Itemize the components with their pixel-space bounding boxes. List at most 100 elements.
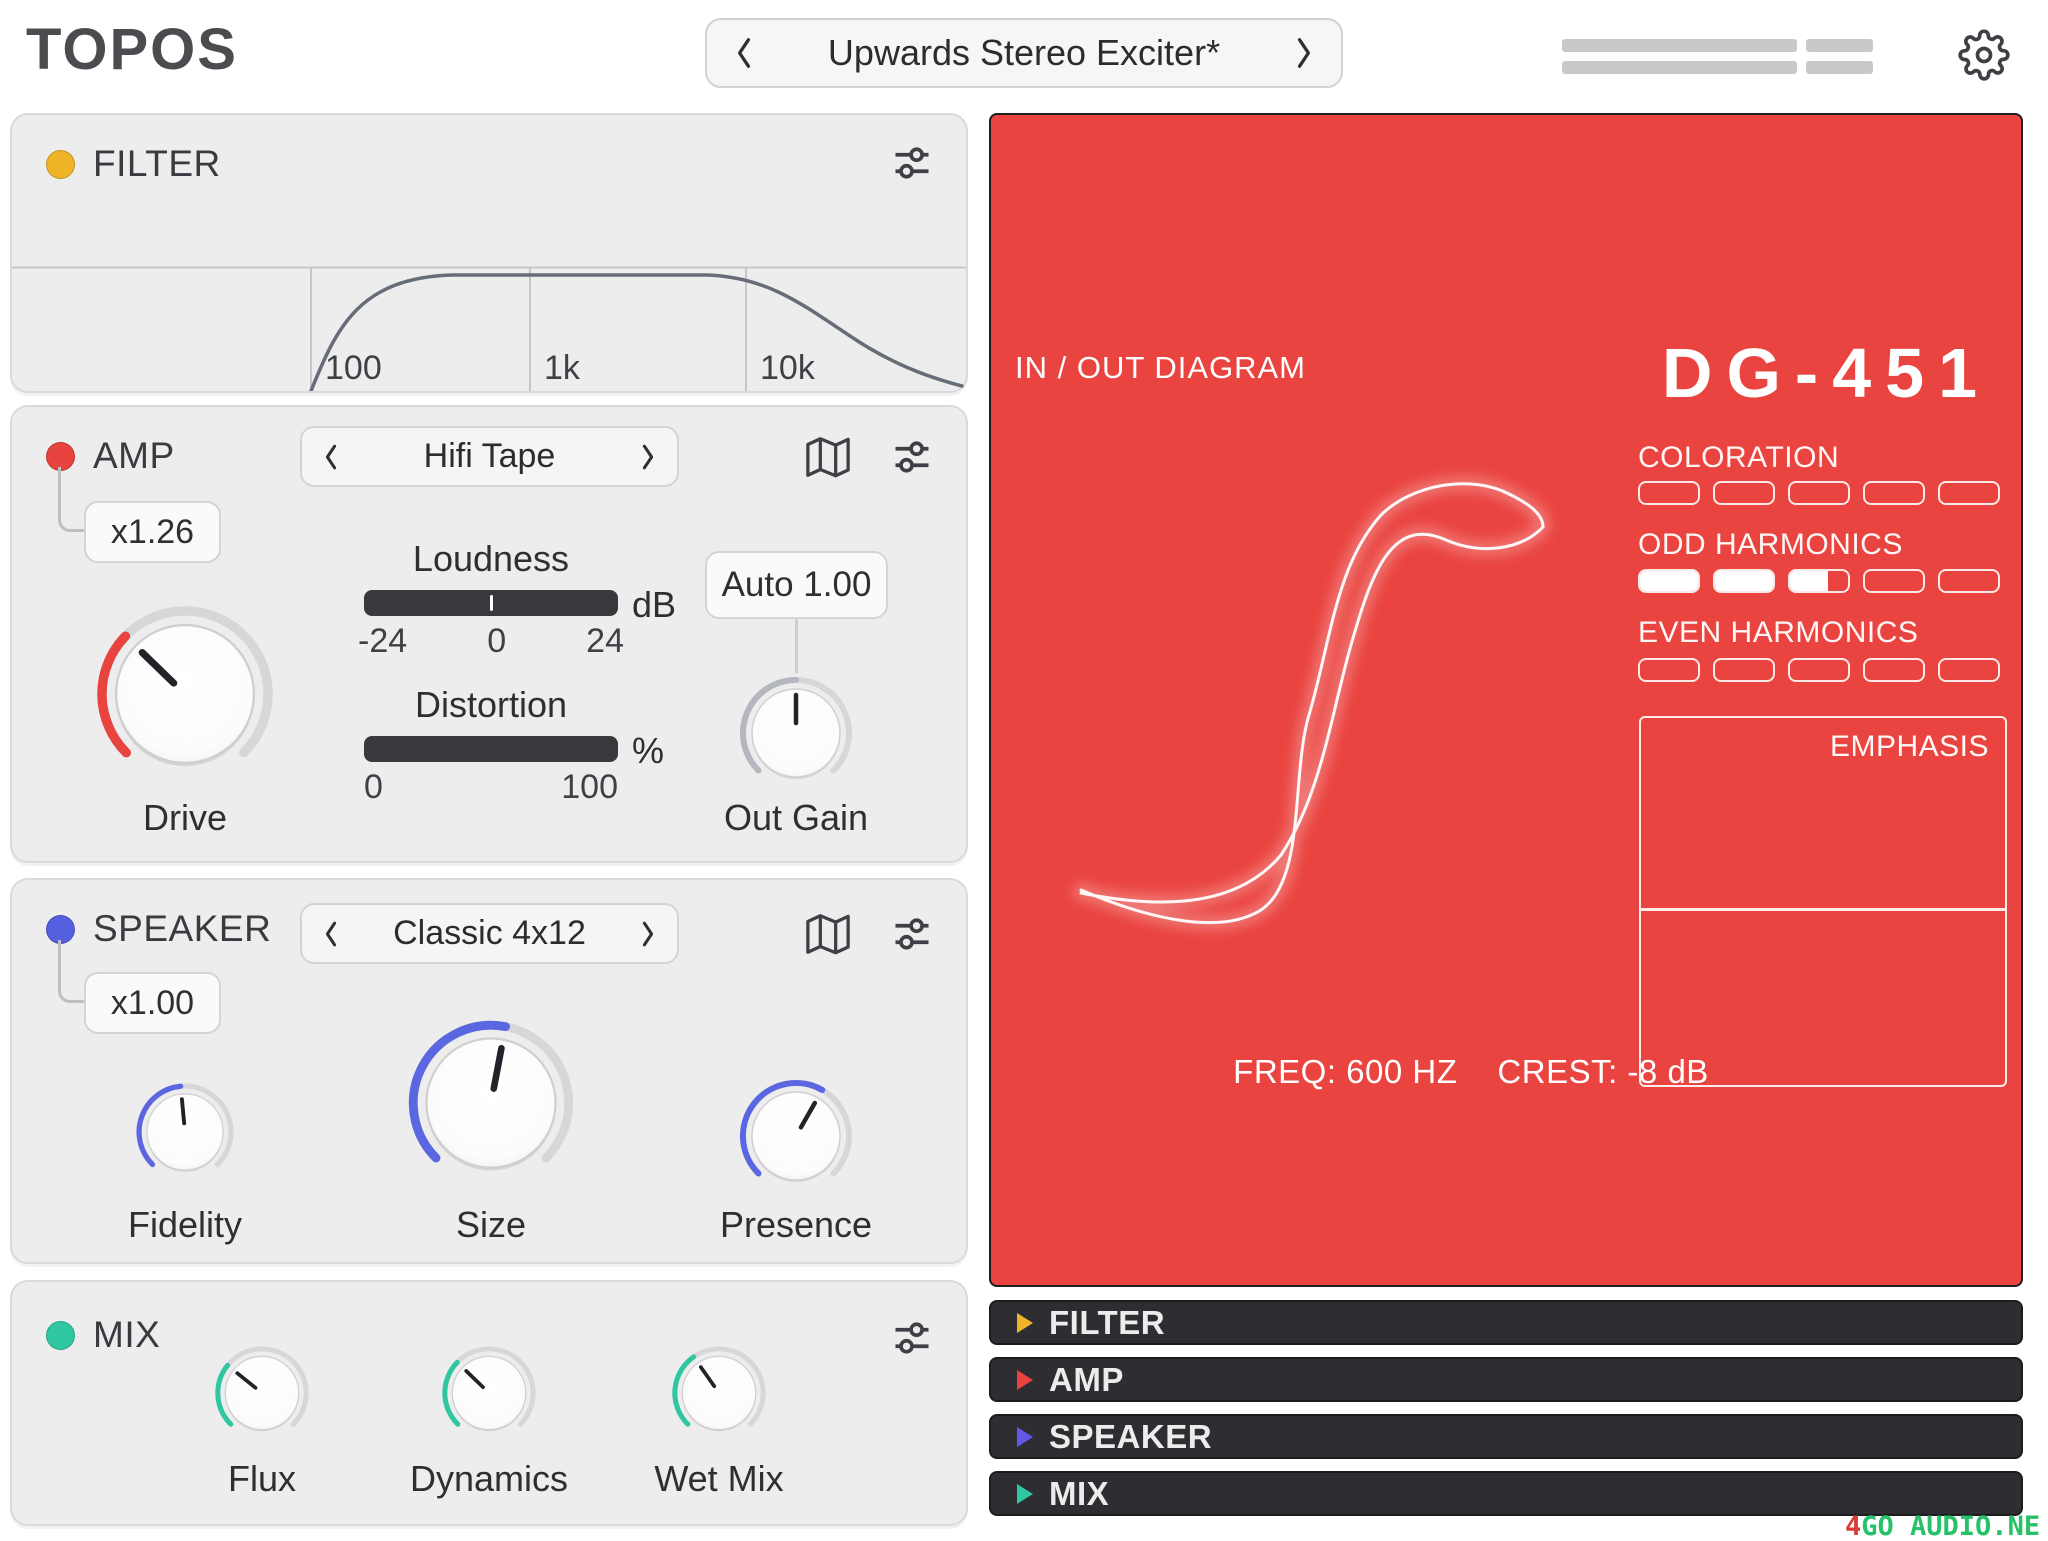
distortion-slider[interactable] xyxy=(364,736,618,762)
chevron-left-icon xyxy=(325,444,337,469)
display-readout: FREQ: 600 HZ CREST: -8 dB xyxy=(1191,1053,1751,1091)
speaker-led-connector xyxy=(58,940,85,1003)
expand-triangle-icon xyxy=(1017,1483,1033,1504)
mix-settings-button[interactable] xyxy=(890,1316,934,1365)
speaker-browse-button[interactable] xyxy=(805,911,851,962)
settings-button[interactable] xyxy=(1958,29,2010,86)
mix-led[interactable] xyxy=(46,1320,75,1350)
filter-led[interactable] xyxy=(46,149,75,179)
chevron-right-icon xyxy=(642,921,654,946)
amp-model-prev-button[interactable] xyxy=(322,442,340,472)
meter-segment xyxy=(1938,658,2000,682)
chevron-right-icon xyxy=(642,444,654,469)
speaker-model-selector[interactable]: Classic 4x12 xyxy=(300,903,679,964)
expand-triangle-icon xyxy=(1017,1312,1033,1333)
distortion-unit: % xyxy=(632,730,665,771)
loudness-unit: dB xyxy=(632,584,677,625)
preset-selector[interactable]: Upwards Stereo Exciter* xyxy=(705,18,1343,88)
speaker-panel: SPEAKER Classic 4x12 x1.00 Fidelity Size… xyxy=(10,878,968,1264)
amp-panel: AMP Hifi Tape x1.26 Drive Loudness dB -2… xyxy=(10,405,968,863)
loudness-slider[interactable] xyxy=(364,590,618,616)
amp-model-selector[interactable]: Hifi Tape xyxy=(300,426,679,487)
flux-knob[interactable] xyxy=(212,1343,312,1443)
amp-settings-button[interactable] xyxy=(890,435,934,484)
size-knob[interactable] xyxy=(403,1015,579,1191)
collapsed-filter-bar[interactable]: FILTER xyxy=(989,1300,2023,1345)
meter-bar xyxy=(1562,61,1797,74)
amp-multiplier-value[interactable]: x1.26 xyxy=(84,501,221,563)
collapsed-amp-bar[interactable]: AMP xyxy=(989,1357,2023,1402)
meter-segment xyxy=(1863,569,1925,593)
freq-tick-1k: 1k xyxy=(544,349,580,387)
chevron-left-icon xyxy=(737,38,751,68)
preset-prev-button[interactable] xyxy=(733,35,755,71)
meter-segment xyxy=(1788,481,1850,505)
preset-next-button[interactable] xyxy=(1293,35,1315,71)
even-harmonics-label: EVEN HARMONICS xyxy=(1638,616,1919,649)
odd-harmonics-label: ODD HARMONICS xyxy=(1638,528,1903,561)
transfer-curve xyxy=(1074,476,1550,930)
distortion-label: Distortion xyxy=(414,684,568,725)
flux-knob-label: Flux xyxy=(227,1458,296,1499)
dynamics-knob[interactable] xyxy=(439,1343,539,1443)
speaker-model-prev-button[interactable] xyxy=(322,919,340,949)
freq-readout: FREQ: 600 HZ xyxy=(1233,1053,1458,1090)
meter-segment xyxy=(1938,569,2000,593)
distortion-scale: 0 100 xyxy=(364,768,618,806)
filter-settings-button[interactable] xyxy=(890,141,934,190)
filter-panel-title: FILTER xyxy=(93,143,221,184)
meter-bar xyxy=(1562,39,1797,52)
collapsed-mix-bar[interactable]: MIX xyxy=(989,1471,2023,1516)
amp-browse-button[interactable] xyxy=(805,434,851,485)
chevron-right-icon xyxy=(1297,38,1311,68)
mix-panel: MIX Flux Dynamics Wet Mix xyxy=(10,1280,968,1526)
sliders-icon xyxy=(895,441,929,473)
mix-panel-title: MIX xyxy=(93,1314,161,1355)
auto-gain-button[interactable]: Auto 1.00 xyxy=(705,551,888,619)
size-knob-label: Size xyxy=(455,1204,527,1245)
emphasis-label: EMPHASIS xyxy=(1829,730,1989,763)
meter-bar xyxy=(1806,39,1873,52)
loudness-scale: -24 0 24 xyxy=(358,622,624,660)
presence-knob[interactable] xyxy=(736,1076,856,1196)
speaker-model-next-button[interactable] xyxy=(639,919,657,949)
meter-segment xyxy=(1938,481,2000,505)
wet-mix-knob[interactable] xyxy=(669,1343,769,1443)
fidelity-knob[interactable] xyxy=(133,1080,237,1184)
amp-model-name: Hifi Tape xyxy=(423,437,556,475)
meter-segment xyxy=(1788,569,1850,593)
odd-harmonics-meter xyxy=(1638,569,2000,593)
meter-segment xyxy=(1638,569,1700,593)
wet-mix-knob-label: Wet Mix xyxy=(654,1458,784,1499)
meter-segment xyxy=(1713,658,1775,682)
loudness-label: Loudness xyxy=(412,538,570,579)
auto-gain-connector xyxy=(795,619,798,673)
expand-triangle-icon xyxy=(1017,1369,1033,1390)
chevron-left-icon xyxy=(325,921,337,946)
filter-response-curve xyxy=(309,273,964,393)
speaker-panel-title: SPEAKER xyxy=(93,908,272,949)
meter-segment xyxy=(1638,481,1700,505)
speaker-settings-button[interactable] xyxy=(890,912,934,961)
out-gain-knob[interactable] xyxy=(736,673,856,793)
map-icon xyxy=(806,914,850,955)
amp-led-connector xyxy=(58,467,85,532)
in-out-diagram-label: IN / OUT DIAGRAM xyxy=(1015,350,1307,385)
sliders-icon xyxy=(895,1322,929,1354)
emphasis-box: EMPHASIS xyxy=(1639,716,2007,1087)
dynamics-knob-label: Dynamics xyxy=(409,1458,569,1499)
filter-panel: FILTER 100 1k 10k xyxy=(10,113,968,393)
amp-model-next-button[interactable] xyxy=(639,442,657,472)
sliders-icon xyxy=(895,918,929,950)
speaker-multiplier-value[interactable]: x1.00 xyxy=(84,972,221,1034)
collapsed-speaker-bar[interactable]: SPEAKER xyxy=(989,1414,2023,1459)
watermark: 4GO AUDIO.NE xyxy=(1845,1511,2041,1541)
meter-segment xyxy=(1713,481,1775,505)
meter-segment xyxy=(1863,658,1925,682)
filter-curve-graph[interactable]: 100 1k 10k xyxy=(12,266,966,393)
preset-name: Upwards Stereo Exciter* xyxy=(827,32,1221,73)
map-icon xyxy=(806,437,850,478)
meter-segment xyxy=(1863,481,1925,505)
drive-knob-label: Drive xyxy=(142,797,227,838)
drive-knob[interactable] xyxy=(91,600,279,788)
